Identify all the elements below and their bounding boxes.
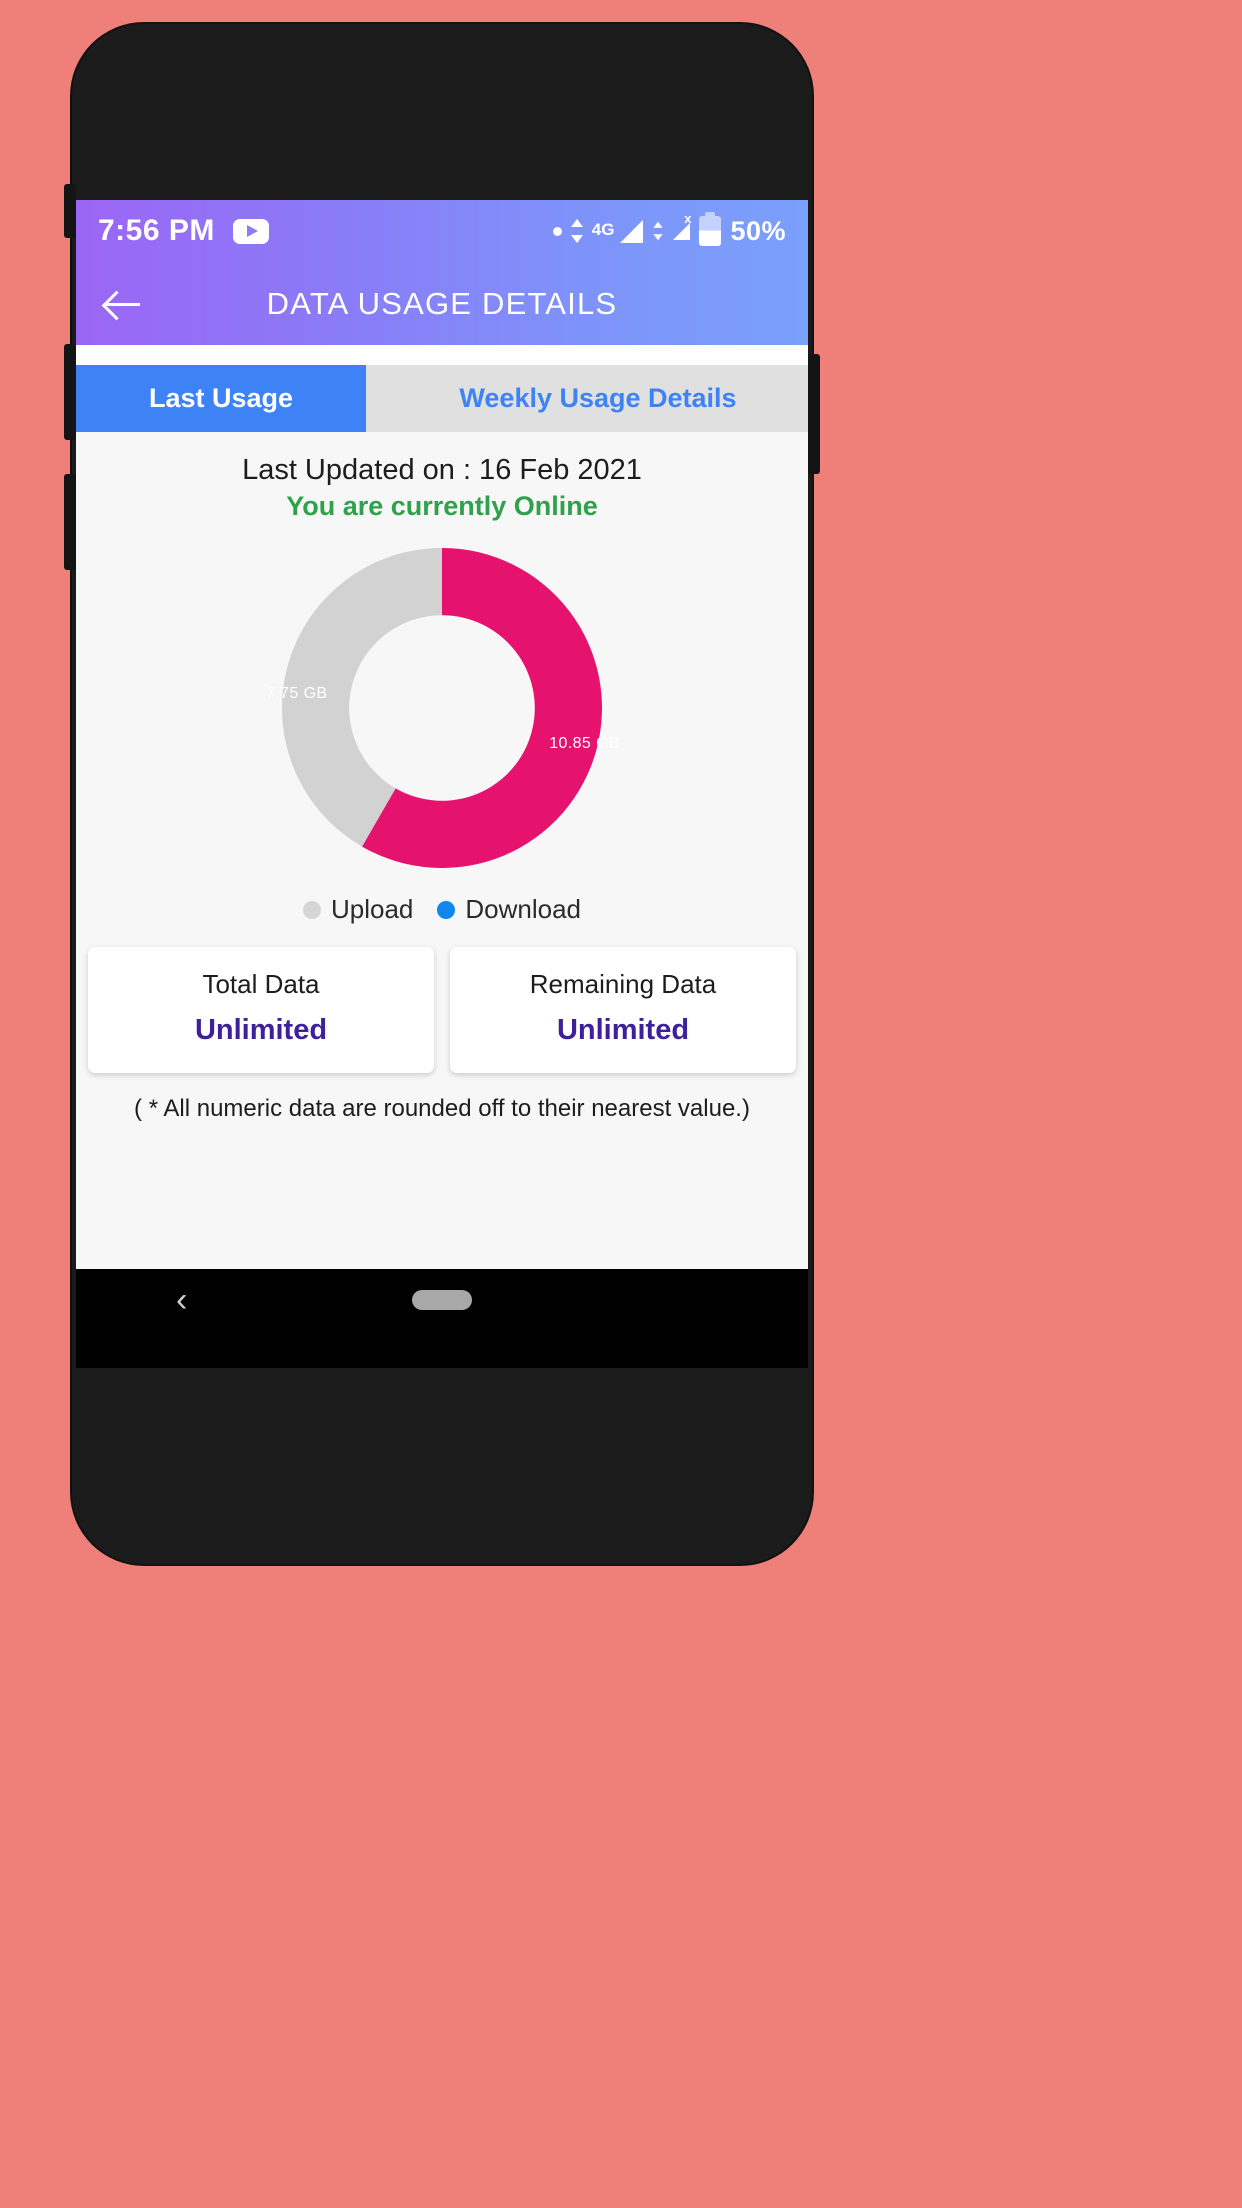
app-bar: DATA USAGE DETAILS (76, 262, 808, 345)
network-type-label: 4G (591, 219, 615, 239)
data-usage-donut-chart: 7.75 GB 10.85 GB (242, 538, 642, 878)
back-arrow-icon[interactable] (102, 282, 146, 326)
status-bar: 7:56 PM 4G x 50% (76, 200, 808, 262)
nav-home-pill-icon[interactable] (412, 1290, 472, 1310)
content-area: Last Updated on : 16 Feb 2021 You are cu… (76, 432, 808, 1269)
donut-slices (282, 548, 602, 868)
status-bar-icons: 4G x 50% (552, 212, 786, 247)
legend-dot-upload-icon (302, 900, 321, 919)
battery-percent-label: 50% (730, 215, 786, 246)
battery-icon (699, 212, 722, 246)
device-button-volume-up[interactable] (64, 344, 76, 440)
system-nav-bar: ‹ (76, 1269, 808, 1331)
card-total-data-title: Total Data (202, 969, 320, 999)
footnote-label: ( * All numeric data are rounded off to … (134, 1095, 750, 1122)
tab-bar-spacer (76, 345, 808, 365)
youtube-icon (232, 218, 269, 244)
device-button-left-top[interactable] (64, 184, 76, 238)
legend-label-download: Download (465, 894, 582, 924)
legend-label-upload: Upload (330, 894, 414, 924)
signal-x-mark: x (684, 210, 692, 226)
card-remaining-data[interactable]: Remaining Data Unlimited (450, 947, 796, 1073)
status-bar-clock: 7:56 PM (98, 214, 215, 247)
notification-dot-icon (552, 226, 562, 236)
phone-device: 7:56 PM 4G x 50% DATA USAGE DETAILS Last… (64, 24, 820, 1564)
online-status-label: You are currently Online (286, 491, 598, 521)
device-button-volume-down[interactable] (64, 474, 76, 570)
donut-chart-svg (282, 548, 602, 868)
chart-legend: Upload Download (76, 894, 808, 925)
tab-weekly-usage-details[interactable]: Weekly Usage Details (366, 365, 808, 432)
card-total-data[interactable]: Total Data Unlimited (88, 947, 434, 1073)
device-button-power[interactable] (808, 354, 820, 474)
data-cards: Total Data Unlimited Remaining Data Unli… (88, 947, 796, 1073)
legend-dot-download-icon (437, 900, 456, 919)
page-title: DATA USAGE DETAILS (266, 285, 618, 321)
data-transfer-arrows-icon (570, 218, 583, 244)
last-updated-label: Last Updated on : 16 Feb 2021 (242, 454, 642, 486)
nav-back-chevron-icon[interactable]: ‹ (176, 1283, 187, 1317)
tab-bar: Last Usage Weekly Usage Details (76, 365, 808, 432)
phone-screen: 7:56 PM 4G x 50% DATA USAGE DETAILS Last… (76, 200, 808, 1368)
data-transfer-arrows-secondary-icon (653, 221, 664, 241)
card-remaining-data-value: Unlimited (556, 1014, 690, 1046)
card-remaining-data-title: Remaining Data (529, 969, 717, 999)
card-total-data-value: Unlimited (194, 1014, 328, 1046)
signal-no-service-icon: x (673, 212, 691, 240)
tab-last-usage[interactable]: Last Usage (76, 365, 366, 432)
signal-bars-icon (620, 219, 644, 243)
